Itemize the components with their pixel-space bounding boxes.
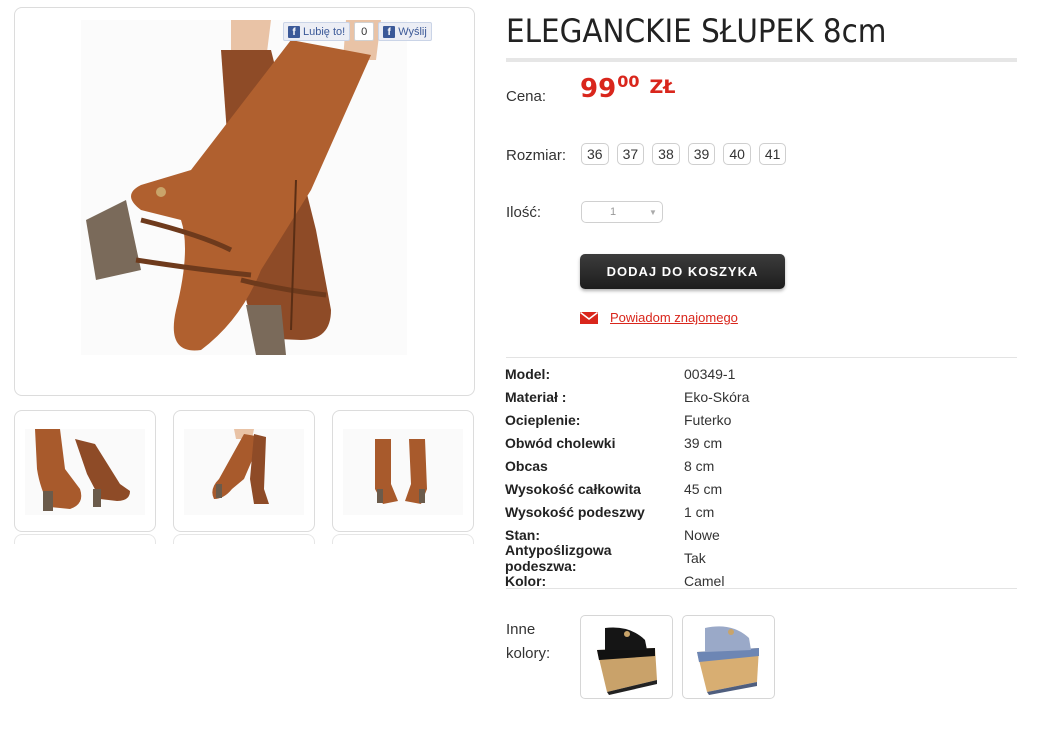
facebook-send-button[interactable]: f Wyślij	[378, 22, 432, 41]
spec-row: Ocieplenie: Futerko	[505, 408, 1016, 431]
spec-key: Wysokość całkowita	[505, 480, 641, 497]
boots-side-image	[25, 429, 145, 515]
notify-friend-link[interactable]: Powiadom znajomego	[580, 310, 738, 325]
thumbnail-3[interactable]	[332, 410, 474, 532]
title-divider	[506, 58, 1017, 62]
facebook-icon: f	[288, 25, 300, 38]
spec-key: Obcas	[505, 457, 548, 474]
spec-value: 45 cm	[684, 480, 723, 497]
spec-value: 8 cm	[684, 457, 715, 474]
spec-key: Kolor:	[505, 572, 547, 589]
blue-wedge-sandal-image	[687, 620, 771, 695]
specs-divider-top	[506, 357, 1017, 358]
size-option-38[interactable]: 38	[652, 143, 680, 165]
price-label: Cena:	[506, 88, 547, 105]
quantity-label: Ilość:	[506, 204, 542, 221]
spec-key: Materiał :	[505, 388, 567, 405]
boots-worn-image	[184, 429, 304, 515]
size-option-36[interactable]: 36	[581, 143, 609, 165]
size-option-37[interactable]: 37	[616, 143, 645, 165]
boots-photo	[81, 20, 407, 355]
thumbnail-1[interactable]	[14, 410, 156, 532]
spec-key: Obwód cholewki	[505, 434, 616, 451]
price-integer: 99	[580, 74, 617, 104]
spec-key: Stan:	[505, 526, 540, 543]
size-option-40[interactable]: 40	[723, 143, 751, 165]
spec-value: 1 cm	[684, 503, 715, 520]
specs-table: Model: 00349-1 Materiał : Eko-Skóra Ociepl…	[505, 362, 1016, 592]
other-colors-label-line1: Inne	[506, 621, 536, 638]
spec-value: 39 cm	[684, 434, 723, 451]
product-title: ELEGANCKIE SŁUPEK 8cm	[506, 12, 887, 50]
quantity-select[interactable]: 1 ▼	[581, 201, 663, 223]
spec-row: Materiał : Eko-Skóra	[505, 385, 1016, 408]
color-variant-black[interactable]	[580, 615, 673, 699]
boots-front-image	[343, 429, 463, 515]
spec-value: Camel	[684, 572, 725, 589]
thumbnail-row-edge	[173, 534, 315, 544]
chevron-down-icon: ▼	[649, 207, 657, 217]
spec-value: Futerko	[684, 411, 732, 428]
add-to-cart-button[interactable]: DODAJ DO KOSZYKA	[580, 254, 785, 289]
thumbnail-row-edge	[14, 534, 156, 544]
spec-row: Wysokość całkowita 45 cm	[505, 477, 1016, 500]
quantity-value: 1	[609, 206, 617, 218]
spec-row: Wysokość podeszwy 1 cm	[505, 500, 1016, 523]
spec-row: Model: 00349-1	[505, 362, 1016, 385]
spec-value: Nowe	[684, 526, 720, 543]
spec-row: Obwód cholewki 39 cm	[505, 431, 1016, 454]
facebook-icon: f	[383, 25, 396, 38]
other-colors-label-line2: kolory:	[506, 645, 551, 662]
spec-value: Eko-Skóra	[684, 388, 750, 405]
spec-key: Ocieplenie:	[505, 411, 581, 428]
specs-divider-bottom	[506, 588, 1017, 589]
spec-row: Obcas 8 cm	[505, 454, 1016, 477]
product-price: 9900 ZŁ	[580, 72, 675, 104]
notify-friend-label: Powiadom znajomego	[610, 310, 738, 325]
size-label: Rozmiar:	[506, 147, 567, 164]
color-variant-blue[interactable]	[682, 615, 775, 699]
size-option-41[interactable]: 41	[758, 143, 787, 165]
main-product-image[interactable]: f Lubię to! 0 f Wyślij	[14, 7, 475, 396]
spec-value: Tak	[684, 549, 706, 566]
facebook-send-label: Wyślij	[398, 25, 427, 38]
black-wedge-sandal-image	[585, 620, 669, 695]
facebook-like-button[interactable]: f Lubię to!	[283, 22, 351, 41]
other-colors-label: Inne kolory:	[506, 618, 550, 666]
spec-value: 00349-1	[684, 365, 736, 382]
size-selector: 36 37 38 39 40 41	[581, 143, 787, 165]
price-currency: ZŁ	[649, 76, 676, 98]
spec-key: Model:	[505, 365, 551, 382]
spec-row: Antypoślizgowa podeszwa: Tak	[505, 542, 1016, 574]
thumbnail-row-edge	[332, 534, 474, 544]
facebook-like-count: 0	[354, 22, 375, 41]
envelope-icon	[580, 311, 598, 324]
facebook-widgets: f Lubię to! 0 f Wyślij	[283, 22, 432, 41]
thumbnail-2[interactable]	[173, 410, 315, 532]
spec-key: Antypoślizgowa podeszwa:	[505, 541, 612, 574]
facebook-like-label: Lubię to!	[303, 25, 346, 38]
price-decimal: 00	[617, 72, 640, 91]
size-option-39[interactable]: 39	[687, 143, 716, 165]
spec-key: Wysokość podeszwy	[505, 503, 645, 520]
